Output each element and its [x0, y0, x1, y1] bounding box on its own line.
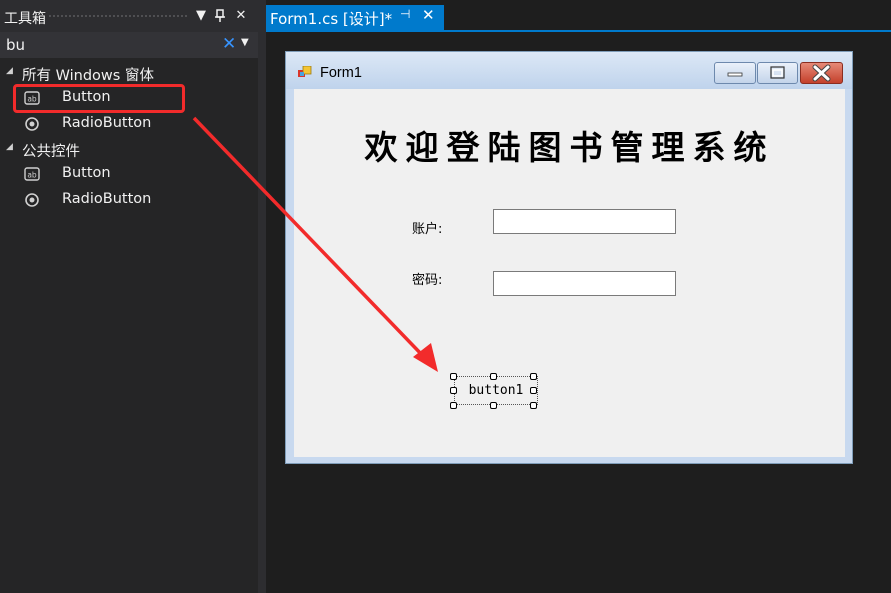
tab-form1-design[interactable]: Form1.cs [设计]* ⊣ ✕	[266, 5, 444, 30]
radio-button-icon	[25, 193, 39, 207]
close-icon	[812, 64, 831, 82]
group-label: 公共控件	[22, 144, 80, 160]
form-title-bar[interactable]: Form1	[286, 52, 852, 89]
tree-group-all-windows-forms[interactable]: ◢ 所有 Windows 窗体	[0, 61, 258, 86]
form-app-icon	[298, 66, 312, 77]
tab-label: Form1.cs [设计]*	[270, 10, 393, 28]
resize-handle[interactable]	[530, 373, 537, 380]
toolbox-search-input[interactable]: bu ✕ ▼	[0, 32, 258, 58]
resize-handle[interactable]	[490, 373, 497, 380]
tree-item-radiobutton[interactable]: RadioButton	[0, 188, 258, 213]
expand-arrow-icon[interactable]: ◢	[6, 66, 13, 76]
tab-underline	[266, 30, 891, 32]
tree-item-button[interactable]: ab Button	[0, 162, 258, 187]
clear-search-icon[interactable]: ✕	[222, 34, 236, 54]
item-label: RadioButton	[62, 191, 152, 207]
pin-tab-icon[interactable]: ⊣	[400, 7, 410, 21]
resize-handle[interactable]	[530, 387, 537, 394]
button1[interactable]: button1	[454, 376, 538, 405]
minimize-icon	[727, 72, 743, 77]
password-label: 密码:	[412, 273, 443, 288]
pin-icon[interactable]	[211, 6, 229, 26]
close-icon[interactable]: ✕	[232, 6, 250, 26]
account-label: 账户:	[412, 222, 443, 237]
maximize-icon	[770, 66, 785, 79]
resize-handle[interactable]	[530, 402, 537, 409]
resize-handle[interactable]	[450, 387, 457, 394]
form-designer-window[interactable]: Form1 欢迎登陆图书管理系统 账户: 密码: button1	[285, 51, 853, 464]
expand-arrow-icon[interactable]: ◢	[6, 142, 13, 152]
item-label: Button	[62, 165, 111, 181]
panel-splitter[interactable]	[258, 0, 266, 593]
tree-group-common-controls[interactable]: ◢ 公共控件	[0, 137, 258, 162]
password-textbox[interactable]	[493, 271, 676, 296]
toolbox-panel: 工具箱 ▼ ✕ bu ✕ ▼ ◢ 所有 Windows 窗体 ab Button	[0, 0, 258, 593]
window-position-dropdown-icon[interactable]: ▼	[192, 6, 210, 26]
form-heading-label: 欢迎登陆图书管理系统	[364, 128, 775, 167]
group-label: 所有 Windows 窗体	[22, 68, 154, 84]
minimize-button[interactable]	[714, 62, 756, 84]
button-control-icon: ab	[24, 167, 40, 181]
search-options-dropdown-icon[interactable]: ▼	[241, 37, 249, 48]
search-query-text[interactable]: bu	[6, 36, 25, 54]
radio-button-icon	[25, 117, 39, 131]
resize-handle[interactable]	[450, 402, 457, 409]
tree-item-radiobutton[interactable]: RadioButton	[0, 112, 258, 137]
maximize-button[interactable]	[757, 62, 798, 84]
close-window-button[interactable]	[800, 62, 843, 84]
item-label: RadioButton	[62, 115, 152, 131]
highlight-annotation	[13, 84, 185, 113]
toolbox-title: 工具箱	[4, 11, 46, 27]
svg-text:ab: ab	[27, 171, 37, 180]
resize-handle[interactable]	[490, 402, 497, 409]
form-client-area[interactable]: 欢迎登陆图书管理系统 账户: 密码: button1	[294, 89, 845, 457]
account-textbox[interactable]	[493, 209, 676, 234]
close-tab-icon[interactable]: ✕	[422, 6, 435, 24]
resize-handle[interactable]	[450, 373, 457, 380]
drag-grip[interactable]	[48, 14, 188, 19]
toolbox-title-bar[interactable]: 工具箱 ▼ ✕	[0, 0, 258, 32]
form-title: Form1	[320, 65, 362, 81]
